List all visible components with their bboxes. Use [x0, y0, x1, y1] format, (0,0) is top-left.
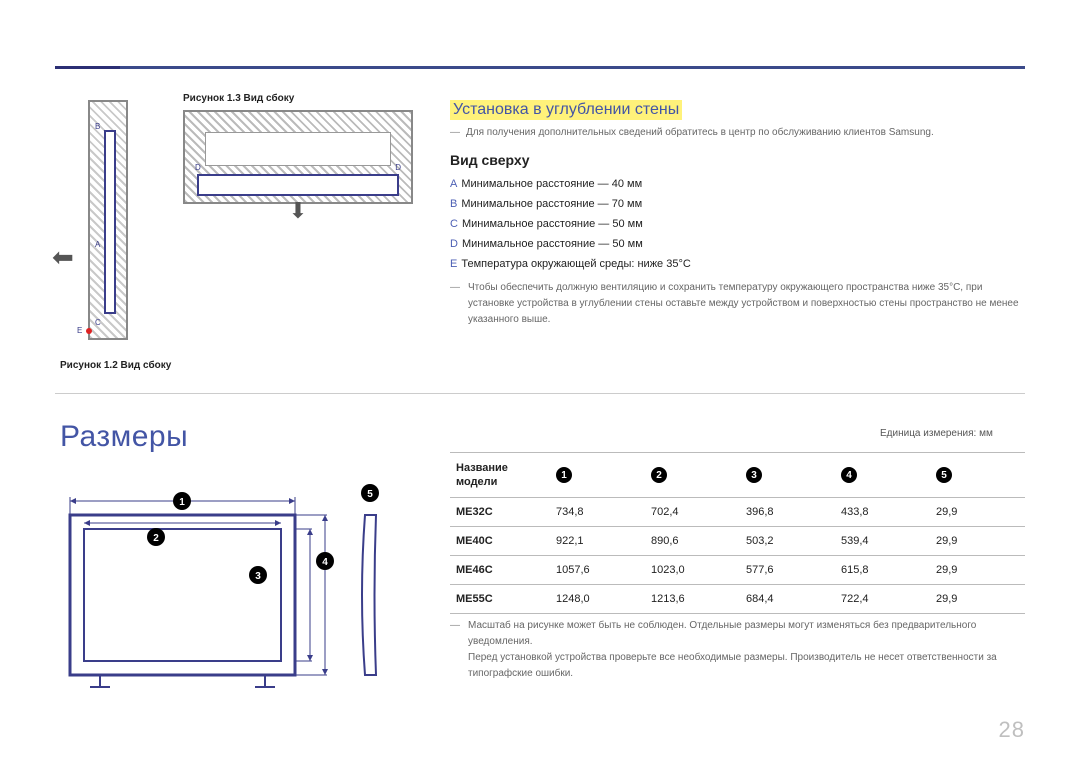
dimension-diagram: 1 2 3 4 5	[60, 475, 395, 695]
subhead-top-view: Вид сверху	[450, 152, 530, 168]
header-rule	[55, 66, 1025, 69]
cell: 29,9	[930, 527, 1025, 555]
cell: 890,6	[645, 527, 740, 555]
figure-1-2-caption: Рисунок 1.2 Вид сбоку	[60, 360, 171, 371]
page: Рисунок 1.3 Вид сбоку D D ⬇ B A C E ⬅ Ри…	[0, 0, 1080, 763]
cell: 1057,6	[550, 556, 645, 584]
dist-key-d: D	[450, 238, 458, 250]
dimensions-footnote: ― Масштаб на рисунке может быть не соблю…	[450, 618, 1020, 682]
label-d-left: D	[195, 163, 201, 172]
label-d-right: D	[395, 163, 401, 172]
col-4: 4	[835, 459, 930, 491]
col-5: 5	[930, 459, 1025, 491]
cell: 433,8	[835, 498, 930, 526]
unit-label: Единица измерения: мм	[880, 428, 993, 439]
left-arrow-icon: ⬅	[52, 242, 74, 273]
footnote-1: Масштаб на рисунке может быть не соблюде…	[468, 618, 1020, 650]
svg-text:3: 3	[255, 571, 261, 582]
cell: 577,6	[740, 556, 835, 584]
cell: 722,4	[835, 585, 930, 613]
badge-5-icon: 5	[936, 467, 952, 483]
cell: 29,9	[930, 585, 1025, 613]
cell-model: ME32C	[450, 498, 550, 526]
col-model: Название модели	[450, 453, 550, 497]
distance-list: A Минимальное расстояние — 40 мм B Минимал…	[450, 174, 691, 274]
badge-2-icon: 2	[651, 467, 667, 483]
cell: 1213,6	[645, 585, 740, 613]
page-number: 28	[999, 717, 1025, 743]
figure-1-3: D D ⬇	[183, 110, 413, 204]
cell: 29,9	[930, 498, 1025, 526]
col-2: 2	[645, 459, 740, 491]
cell: 1023,0	[645, 556, 740, 584]
col-3: 3	[740, 459, 835, 491]
dimensions-table: Название модели 1 2 3 4 5 ME32C 734,8 70…	[450, 452, 1025, 614]
cell: 684,4	[740, 585, 835, 613]
label-c: C	[95, 318, 101, 327]
cell: 922,1	[550, 527, 645, 555]
ventilation-note: ―Чтобы обеспечить должную вентиляцию и с…	[450, 280, 1020, 328]
dist-text-c: Минимальное расстояние — 50 мм	[462, 218, 643, 230]
table-row: ME40C 922,1 890,6 503,2 539,4 29,9	[450, 527, 1025, 556]
divider	[55, 393, 1025, 394]
svg-text:4: 4	[322, 557, 328, 568]
cell: 1248,0	[550, 585, 645, 613]
svg-text:2: 2	[153, 533, 159, 544]
figure-1-3-caption: Рисунок 1.3 Вид сбоку	[183, 93, 294, 104]
cell: 29,9	[930, 556, 1025, 584]
label-e: E	[77, 326, 82, 335]
badge-1-icon: 1	[556, 467, 572, 483]
dist-text-e: Температура окружающей среды: ниже 35°C	[461, 258, 690, 270]
table-row: ME46C 1057,6 1023,0 577,6 615,8 29,9	[450, 556, 1025, 585]
svg-text:1: 1	[179, 497, 185, 508]
badge-3-icon: 3	[746, 467, 762, 483]
label-b: B	[95, 122, 100, 131]
cell-model: ME46C	[450, 556, 550, 584]
section-dimensions-title: Размеры	[60, 420, 188, 454]
dist-key-a: A	[450, 178, 457, 190]
figure-1-2: B A C E ⬅	[88, 100, 128, 340]
cell: 702,4	[645, 498, 740, 526]
header-accent	[55, 66, 120, 69]
footnote-2: Перед установкой устройства проверьте вс…	[468, 650, 1020, 682]
cell: 734,8	[550, 498, 645, 526]
dist-text-b: Минимальное расстояние — 70 мм	[461, 198, 642, 210]
label-a: A	[95, 240, 100, 249]
dist-key-b: B	[450, 198, 457, 210]
install-note: ―Для получения дополнительных сведений о…	[450, 127, 934, 138]
dist-text-a: Минимальное расстояние — 40 мм	[461, 178, 642, 190]
down-arrow-icon: ⬇	[289, 198, 307, 224]
svg-text:5: 5	[367, 489, 373, 500]
cell: 539,4	[835, 527, 930, 555]
dist-text-d: Минимальное расстояние — 50 мм	[462, 238, 643, 250]
temperature-dot-icon	[86, 328, 92, 334]
dist-key-c: C	[450, 218, 458, 230]
dist-key-e: E	[450, 258, 457, 270]
col-1: 1	[550, 459, 645, 491]
cell: 503,2	[740, 527, 835, 555]
cell-model: ME40C	[450, 527, 550, 555]
ventilation-note-text: Чтобы обеспечить должную вентиляцию и со…	[468, 280, 1020, 328]
table-header-row: Название модели 1 2 3 4 5	[450, 452, 1025, 498]
cell-model: ME55C	[450, 585, 550, 613]
cell: 615,8	[835, 556, 930, 584]
table-row: ME32C 734,8 702,4 396,8 433,8 29,9	[450, 498, 1025, 527]
cell: 396,8	[740, 498, 835, 526]
badge-4-icon: 4	[841, 467, 857, 483]
table-row: ME55C 1248,0 1213,6 684,4 722,4 29,9	[450, 585, 1025, 614]
section-install-title: Установка в углублении стены	[450, 100, 682, 120]
install-note-text: Для получения дополнительных сведений об…	[466, 127, 934, 138]
